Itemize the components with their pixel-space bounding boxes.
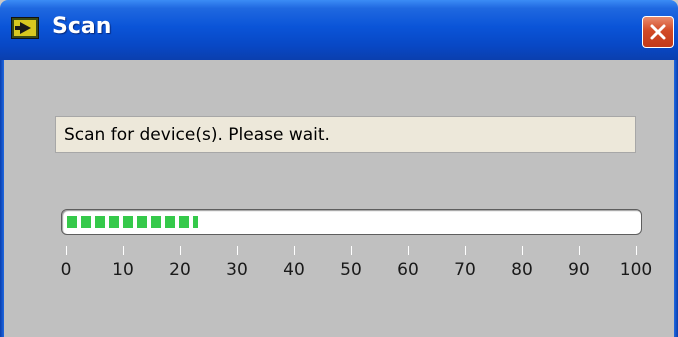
title-bar[interactable]: Scan — [0, 0, 678, 60]
scale-tick-mark — [294, 246, 295, 255]
window-frame-right — [674, 60, 678, 337]
scale-tick-mark — [66, 246, 67, 255]
scan-dialog-window: Scan Scan for device(s). Please wait. 0 1… — [0, 0, 678, 337]
scale-tick-mark — [123, 246, 124, 255]
scale-tick-label: 90 — [568, 260, 590, 280]
close-button[interactable] — [642, 16, 674, 48]
window-title: Scan — [52, 14, 112, 39]
status-message-box: Scan for device(s). Please wait. — [55, 116, 636, 153]
scale-tick-label: 20 — [169, 260, 191, 280]
scale-tick-label: 60 — [397, 260, 419, 280]
scale-tick-label: 0 — [60, 260, 72, 280]
scale-tick-label: 70 — [454, 260, 476, 280]
labview-vi-icon — [11, 17, 39, 39]
scale-tick-label: 50 — [340, 260, 362, 280]
scale-tick-mark — [408, 246, 409, 255]
scan-progress-bar — [61, 209, 642, 235]
scale-tick-mark — [522, 246, 523, 255]
scale-tick-label: 80 — [511, 260, 533, 280]
close-icon — [650, 24, 666, 40]
status-message: Scan for device(s). Please wait. — [64, 124, 330, 145]
scale-tick-mark — [351, 246, 352, 255]
progress-fill — [67, 214, 198, 230]
scale-tick-label: 100 — [619, 260, 653, 280]
scale-tick-label: 10 — [112, 260, 134, 280]
scale-tick-label: 30 — [226, 260, 248, 280]
progress-scale: 0 10 20 30 40 50 60 70 80 90 100 — [60, 246, 652, 286]
scale-tick-mark — [237, 246, 238, 255]
scale-tick-label: 40 — [283, 260, 305, 280]
scale-tick-mark — [180, 246, 181, 255]
scale-tick-mark — [465, 246, 466, 255]
dialog-client-area: Scan for device(s). Please wait. 0 10 20 30… — [4, 60, 674, 337]
scale-tick-mark — [636, 246, 637, 255]
scale-tick-mark — [579, 246, 580, 255]
